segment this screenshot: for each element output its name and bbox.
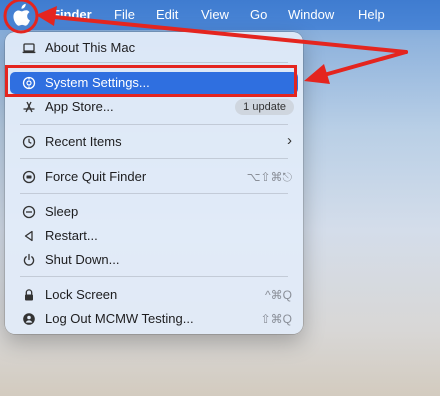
lock-icon <box>25 289 33 301</box>
menu-separator <box>20 276 288 277</box>
apple-icon <box>13 3 30 26</box>
menu-help[interactable]: Help <box>358 7 385 23</box>
menu-bar: Finder File Edit View Go Window Help <box>0 0 440 30</box>
app-store-icon <box>23 101 35 113</box>
chevron-right-icon: › <box>287 132 292 149</box>
menu-item-label: Force Quit Finder <box>45 169 147 184</box>
annotation-highlight-box <box>5 65 297 97</box>
menu-file[interactable]: File <box>114 7 135 23</box>
restart-icon <box>24 230 33 242</box>
menu-item-label: Sleep <box>45 204 79 219</box>
menu-separator <box>20 124 288 125</box>
menu-item-restart[interactable]: Restart... <box>10 225 298 247</box>
update-badge: 1 update <box>235 99 294 115</box>
keyboard-shortcut: ⇧⌘Q <box>260 312 292 326</box>
menu-separator <box>20 158 288 159</box>
menu-go[interactable]: Go <box>250 7 267 23</box>
keyboard-shortcut: ⌥⇧⌘⎋ <box>246 170 292 184</box>
menu-item-sleep[interactable]: Sleep <box>10 201 298 223</box>
menu-item-label: Lock Screen <box>45 287 118 302</box>
menu-item-label: About This Mac <box>45 40 136 55</box>
menu-item-shut-down[interactable]: Shut Down... <box>10 249 298 271</box>
annotation-arrow-to-settings <box>304 50 408 84</box>
menu-item-app-store[interactable]: App Store... 1 update <box>10 96 298 118</box>
power-icon <box>23 253 35 266</box>
clock-icon <box>22 135 36 149</box>
menu-item-label: App Store... <box>45 99 114 114</box>
menu-separator <box>20 62 288 63</box>
sleep-icon <box>22 205 36 219</box>
menu-item-label: Log Out MCMW Testing... <box>45 311 194 326</box>
user-icon <box>23 313 35 325</box>
apple-menu-button[interactable] <box>9 3 33 27</box>
menu-item-label: Shut Down... <box>45 252 120 267</box>
laptop-icon <box>22 43 36 54</box>
force-quit-icon <box>22 170 36 184</box>
menu-item-label: Restart... <box>45 228 98 243</box>
keyboard-shortcut: ^⌘Q <box>265 288 292 302</box>
menu-item-about-this-mac[interactable]: About This Mac <box>10 37 298 59</box>
menu-item-force-quit[interactable]: Force Quit Finder ⌥⇧⌘⎋ <box>10 166 298 188</box>
menu-item-log-out[interactable]: Log Out MCMW Testing... ⇧⌘Q <box>10 308 298 330</box>
menu-separator <box>20 193 288 194</box>
menu-window[interactable]: Window <box>288 7 334 23</box>
menu-finder[interactable]: Finder <box>52 7 92 23</box>
menu-item-label: Recent Items <box>45 134 122 149</box>
menu-item-recent-items[interactable]: Recent Items › <box>10 131 298 153</box>
menu-edit[interactable]: Edit <box>156 7 178 23</box>
menu-view[interactable]: View <box>201 7 229 23</box>
menu-item-lock-screen[interactable]: Lock Screen ^⌘Q <box>10 284 298 306</box>
